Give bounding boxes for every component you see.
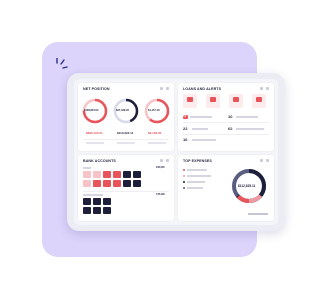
expenses-footer-link[interactable] bbox=[248, 213, 268, 215]
net-position-sub-3 bbox=[148, 142, 166, 144]
loans-alerts-card: LOANS AND ALERTS 12 10 22 62 16 bbox=[178, 83, 274, 151]
expenses-center-value: $112,825.11 bbox=[238, 184, 256, 188]
bank-cell[interactable] bbox=[123, 171, 131, 178]
menu-icon[interactable] bbox=[266, 159, 269, 162]
net-position-value-1: $108,804.00 bbox=[84, 109, 99, 112]
alert-row-text-1 bbox=[190, 116, 212, 118]
net-position-amount-1: $889,195.21 bbox=[86, 131, 103, 135]
dashboard-screen: NET POSITION $108,804.00 $27,439.22 $1,1… bbox=[74, 79, 278, 225]
alert-count-5: 16 bbox=[183, 137, 188, 142]
alert-tile-2[interactable] bbox=[206, 94, 220, 108]
bank-cell[interactable] bbox=[103, 207, 111, 214]
bank-cell[interactable] bbox=[113, 180, 121, 187]
legend-label-1 bbox=[187, 169, 207, 171]
bank-row-label-2 bbox=[83, 194, 103, 196]
menu-icon[interactable] bbox=[266, 87, 269, 90]
menu-icon[interactable] bbox=[166, 87, 169, 90]
legend-swatch-2 bbox=[183, 175, 185, 177]
bank-cell[interactable] bbox=[103, 171, 111, 178]
settings-icon[interactable] bbox=[260, 159, 263, 162]
settings-icon[interactable] bbox=[260, 87, 263, 90]
legend-swatch-3 bbox=[183, 181, 185, 183]
bank-cell[interactable] bbox=[83, 171, 91, 178]
net-position-amount-2: $110,224.11 bbox=[117, 131, 134, 135]
divider bbox=[83, 191, 169, 192]
legend-label-4 bbox=[187, 187, 203, 189]
bank-cell[interactable] bbox=[123, 180, 131, 187]
bank-cell[interactable] bbox=[103, 180, 111, 187]
bank-cell[interactable] bbox=[93, 171, 101, 178]
bank-cell[interactable] bbox=[83, 198, 91, 205]
bank-cell[interactable] bbox=[93, 207, 101, 214]
net-position-value-2: $27,439.22 bbox=[116, 109, 129, 112]
bank-cell[interactable] bbox=[103, 198, 111, 205]
net-position-value-3: $1,157.18 bbox=[148, 109, 160, 112]
alert-icon bbox=[233, 97, 239, 102]
bank-cell[interactable] bbox=[133, 180, 141, 187]
net-position-card: NET POSITION $108,804.00 $27,439.22 $1,1… bbox=[78, 83, 174, 151]
divider bbox=[183, 122, 269, 123]
top-expenses-card: TOP EXPENSES $112,825.11 bbox=[178, 155, 274, 221]
alert-icon bbox=[210, 97, 216, 102]
net-position-amount-3: $6,159.00 bbox=[148, 131, 162, 135]
alert-row-text-5 bbox=[192, 139, 216, 141]
alert-tile-3[interactable] bbox=[229, 94, 243, 108]
bank-total-2: 178,228 bbox=[156, 193, 165, 196]
bank-accounts-title: BANK ACCOUNTS bbox=[83, 159, 116, 163]
loans-alerts-title: LOANS AND ALERTS bbox=[183, 87, 222, 91]
net-position-sub-2 bbox=[117, 142, 135, 144]
alert-icon bbox=[256, 97, 262, 102]
divider bbox=[183, 134, 269, 135]
legend-label-2 bbox=[187, 175, 211, 177]
bank-row-label-1 bbox=[83, 167, 91, 169]
legend-swatch-1 bbox=[183, 169, 185, 171]
settings-icon[interactable] bbox=[160, 159, 163, 162]
alert-tile-4[interactable] bbox=[252, 94, 266, 108]
alert-count-4: 62 bbox=[228, 126, 233, 131]
net-position-title: NET POSITION bbox=[83, 87, 110, 91]
net-position-sub-1 bbox=[86, 142, 104, 144]
alert-icon bbox=[187, 97, 193, 102]
bank-accounts-card: BANK ACCOUNTS 166,000 178,228 bbox=[78, 155, 174, 221]
menu-icon[interactable] bbox=[166, 159, 169, 162]
divider bbox=[83, 139, 169, 140]
alert-count-3: 22 bbox=[183, 126, 188, 131]
legend-swatch-4 bbox=[183, 187, 185, 189]
bank-cell[interactable] bbox=[133, 171, 141, 178]
alert-count-2: 10 bbox=[228, 114, 233, 119]
bank-cell[interactable] bbox=[83, 180, 91, 187]
alert-count-1: 12 bbox=[183, 114, 187, 118]
top-expenses-title: TOP EXPENSES bbox=[183, 159, 212, 163]
bank-cell[interactable] bbox=[83, 207, 91, 214]
alert-row-text-2 bbox=[236, 116, 258, 118]
bank-cell[interactable] bbox=[93, 198, 101, 205]
bank-cell[interactable] bbox=[93, 180, 101, 187]
alert-row-text-4 bbox=[236, 128, 264, 130]
legend-label-3 bbox=[187, 181, 205, 183]
bank-cell[interactable] bbox=[113, 171, 121, 178]
alert-tile-1[interactable] bbox=[183, 94, 197, 108]
bank-total-1: 166,000 bbox=[156, 166, 165, 169]
settings-icon[interactable] bbox=[160, 87, 163, 90]
alert-row-text-3 bbox=[192, 128, 208, 130]
